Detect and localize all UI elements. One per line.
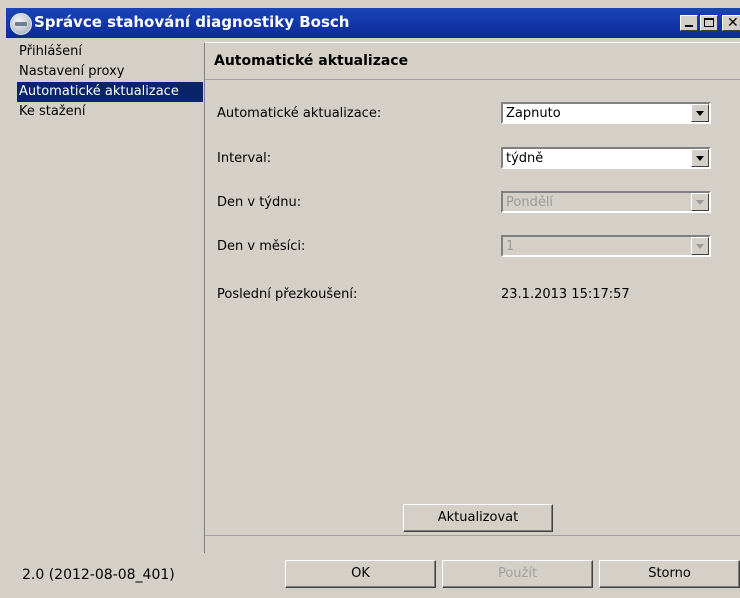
maximize-button[interactable] <box>700 15 718 31</box>
sidebar-item-auto-updates[interactable]: Automatické aktualizace <box>17 82 203 102</box>
chevron-down-icon <box>691 193 709 211</box>
bosch-logo-icon <box>10 13 32 35</box>
close-icon: ✕ <box>727 15 739 31</box>
last-check-value: 23.1.2013 15:17:57 <box>501 287 630 302</box>
day-of-week-label: Den v týdnu: <box>217 195 302 210</box>
interval-label: Interval: <box>217 151 272 166</box>
minimize-icon <box>685 25 693 27</box>
panel-header: Automatické aktualizace <box>205 43 740 80</box>
cancel-button[interactable]: Storno <box>599 560 740 588</box>
panel-body: Automatické aktualizace: Zapnuto Interva… <box>205 80 740 536</box>
minimize-button[interactable] <box>680 15 698 31</box>
sidebar-item-downloads[interactable]: Ke stažení <box>17 102 203 122</box>
day-of-week-value: Pondělí <box>506 195 554 210</box>
panel-title: Automatické aktualizace <box>214 53 409 69</box>
interval-value: týdně <box>506 151 544 166</box>
maximize-icon <box>704 18 714 27</box>
update-button[interactable]: Aktualizovat <box>403 504 553 532</box>
settings-panel: Automatické aktualizace Automatické aktu… <box>204 42 740 553</box>
day-of-month-select: 1 <box>501 235 711 257</box>
ok-button[interactable]: OK <box>285 560 436 588</box>
apply-button: Použít <box>442 560 593 588</box>
close-button[interactable]: ✕ <box>722 15 740 31</box>
interval-select[interactable]: týdně <box>501 147 711 169</box>
window-title: Správce stahování diagnostiky Bosch <box>34 13 350 31</box>
chevron-down-icon[interactable] <box>691 149 709 167</box>
settings-nav: Přihlášení Nastavení proxy Automatické a… <box>17 42 203 550</box>
chevron-down-icon <box>691 237 709 255</box>
title-bar[interactable]: Správce stahování diagnostiky Bosch ✕ <box>6 8 740 38</box>
auto-update-value: Zapnuto <box>506 106 561 121</box>
app-window: Správce stahování diagnostiky Bosch ✕ Př… <box>0 0 740 598</box>
auto-update-select[interactable]: Zapnuto <box>501 102 711 124</box>
auto-update-label: Automatické aktualizace: <box>217 106 382 121</box>
last-check-label: Poslední přezkoušení: <box>217 287 358 302</box>
chevron-down-icon[interactable] <box>691 104 709 122</box>
version-label: 2.0 (2012-08-08_401) <box>22 567 175 583</box>
sidebar-item-proxy[interactable]: Nastavení proxy <box>17 62 203 82</box>
day-of-month-value: 1 <box>506 239 515 254</box>
sidebar-item-login[interactable]: Přihlášení <box>17 42 203 62</box>
day-of-week-select: Pondělí <box>501 191 711 213</box>
day-of-month-label: Den v měsíci: <box>217 239 306 254</box>
